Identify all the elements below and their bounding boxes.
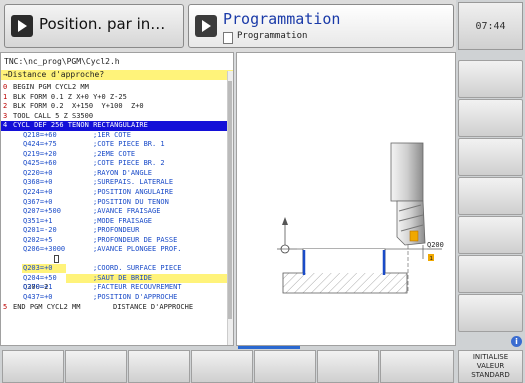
clock-display: 07:44 — [458, 2, 523, 50]
softkey-1[interactable] — [2, 350, 64, 383]
tool-shank — [390, 142, 424, 202]
param-line[interactable]: Q206=+3000 ;AVANCE PLONGEE PROF. — [1, 245, 227, 255]
cycle-help-graphic: Q200 1 — [277, 142, 444, 294]
param-line[interactable]: Q425=+60 ;COTE PIECE BR. 2 — [1, 159, 227, 169]
scrollbar-thumb[interactable] — [228, 81, 232, 319]
vertical-softkey-7[interactable] — [458, 294, 523, 332]
default-value-softkey[interactable]: INITIALISE VALEUR STANDARD — [458, 350, 523, 383]
vertical-softkey-3[interactable] — [458, 138, 523, 176]
program-line[interactable]: 1 BLK FORM 0.1 Z X+0 Y+0 Z-25 — [1, 93, 227, 103]
softkey-3[interactable] — [128, 350, 190, 383]
softkey-6[interactable] — [317, 350, 379, 383]
param-line[interactable]: Q219=+20 ;2EME COTE — [1, 150, 227, 160]
param-line[interactable]: Q224=+0 ;POSITION ANGULAIRE — [1, 188, 227, 198]
vertical-softkey-1[interactable] — [458, 60, 523, 98]
program-editor: TNC:\nc_prog\PGM\Cycl2.h →Distance d'app… — [0, 52, 234, 346]
softkey-4[interactable] — [191, 350, 253, 383]
param-line[interactable]: Q368=+0 ;SUREPAIS. LATERALE — [1, 178, 227, 188]
document-icon — [223, 32, 233, 44]
mode-programming-button[interactable]: Programmation Programmation — [188, 4, 454, 48]
program-line[interactable]: 5 END PGM CYCL2 MM — [1, 303, 227, 313]
text-cursor — [54, 254, 59, 263]
program-line-selected[interactable]: 4 CYCL DEF 256 TENON RECTANGULAIRE — [1, 121, 227, 131]
softkey-5[interactable] — [254, 350, 316, 383]
edit-mode-icon — [195, 15, 217, 37]
mode2-label: Programmation — [223, 10, 341, 28]
program-line[interactable]: 2 BLK FORM 0.2 X+150 Y+100 Z+0 — [1, 102, 227, 112]
q200-label: Q200 — [427, 241, 444, 249]
param-line[interactable]: Q207=+500 ;AVANCE FRAISAGE — [1, 207, 227, 217]
softkey-7[interactable] — [380, 350, 454, 383]
mode-positioning-button[interactable]: Position. par in… — [4, 4, 184, 48]
mode2-sublabel: Programmation — [237, 31, 308, 41]
param-line[interactable]: Q367=+0 ;POSITION DU TENON — [1, 198, 227, 208]
tool-tip-marker — [409, 230, 419, 242]
param-line[interactable]: Q424=+75 ;COTE PIECE BR. 1 — [1, 140, 227, 150]
program-line[interactable]: 0 BEGIN PGM CYCL2 MM — [1, 83, 227, 93]
info-icon[interactable]: i — [511, 336, 522, 347]
play-icon — [11, 15, 33, 37]
program-path: TNC:\nc_prog\PGM\Cycl2.h — [4, 57, 120, 66]
marker-label: 1 — [430, 256, 434, 262]
program-lines: 0 BEGIN PGM CYCL2 MM 1 BLK FORM 0.1 Z X+0 … — [1, 83, 227, 312]
vertical-softkey-5[interactable] — [458, 216, 523, 254]
param-line[interactable]: Q351=+1 ;MODE FRAISAGE — [1, 217, 227, 227]
param-line[interactable]: Q218=+60 ;1ER COTE — [1, 131, 227, 141]
header-bar: Position. par in… Programmation Programm… — [0, 0, 456, 52]
vertical-softkey-4[interactable] — [458, 177, 523, 215]
param-line[interactable]: Q203=+0 ;COORD. SURFACE PIECE — [1, 264, 227, 274]
param-line[interactable]: Q201=-20 ;PROFONDEUR — [1, 226, 227, 236]
param-line[interactable]: Q437=+0 ;POSITION D'APPROCHE — [1, 293, 227, 303]
param-line[interactable]: Q202=+5 ;PROFONDEUR DE PASSE — [1, 236, 227, 246]
softkey-page-indicator — [238, 346, 300, 349]
vertical-softkey-2[interactable] — [458, 99, 523, 137]
vertical-softkey-bar: 07:44 — [456, 0, 525, 383]
program-line[interactable]: 3 TOOL CALL 5 Z S3500 — [1, 112, 227, 122]
mode1-label: Position. par in… — [39, 15, 166, 33]
param-line[interactable]: Q220=+0 ;RAYON D'ANGLE — [1, 169, 227, 179]
softkey-2[interactable] — [65, 350, 127, 383]
param-line[interactable]: Q370=+1 ;FACTEUR RECOUVREMENT — [1, 283, 227, 293]
param-line-editing[interactable]: Q200=2 DISTANCE D'APPROCHE — [1, 254, 227, 311]
default-value-label: INITIALISE VALEUR STANDARD — [471, 353, 510, 379]
dialog-prompt: →Distance d'approche? — [1, 70, 233, 80]
help-graphic-panel: Q200 1 — [236, 52, 456, 346]
param-line[interactable]: Q204=+50 ;SAUT DE BRIDE — [1, 274, 227, 284]
vertical-softkey-6[interactable] — [458, 255, 523, 293]
